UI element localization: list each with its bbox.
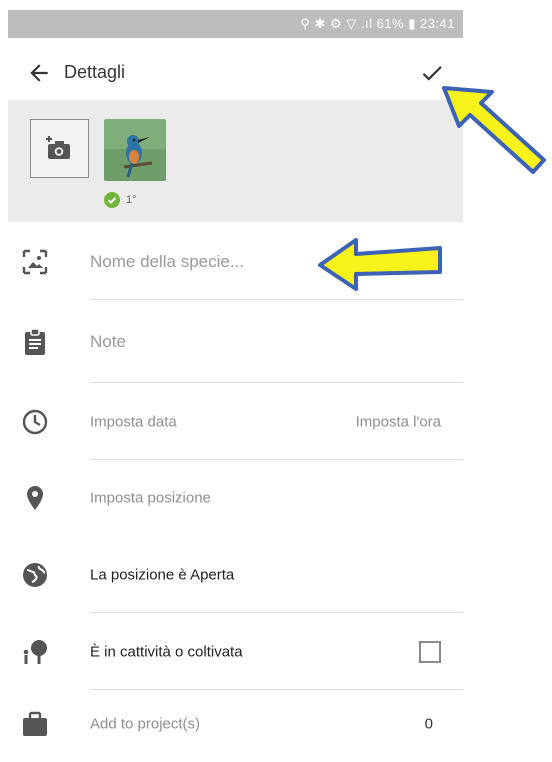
captive-row[interactable]: È in cattività o coltivata	[8, 613, 463, 690]
observation-photo-thumbnail[interactable]	[104, 119, 166, 181]
date-time-row: Imposta data Imposta l'ora	[8, 383, 463, 460]
add-camera-icon	[46, 136, 70, 159]
photo-order-label: 1°	[126, 194, 137, 206]
set-location-label: Imposta posizione	[90, 489, 211, 507]
annotation-arrow-check	[442, 86, 546, 174]
notes-input[interactable]: Note	[90, 332, 126, 352]
location-pin-icon	[27, 486, 43, 510]
projects-row[interactable]: Add to project(s) 0	[8, 690, 463, 758]
species-name-input[interactable]: Nome della specie...	[90, 252, 244, 272]
image-frame-icon	[22, 249, 48, 275]
check-circle-icon	[104, 192, 120, 208]
location-visibility-row[interactable]: La posizione è Aperta	[8, 536, 463, 613]
back-arrow-icon[interactable]	[26, 60, 52, 86]
location-row[interactable]: Imposta posizione	[8, 460, 463, 536]
tree-person-icon	[23, 639, 47, 664]
captive-label: È in cattività o coltivata	[90, 643, 243, 660]
clock-icon	[22, 409, 48, 434]
page-title: Dettagli	[64, 62, 126, 82]
add-to-project-label: Add to project(s)	[90, 715, 201, 733]
project-count: 0	[424, 715, 433, 733]
status-bar: ⚲ ✱ ⚙ ▽ .ıl 61% ▮ 23:41	[8, 10, 463, 38]
set-time-button[interactable]: Imposta l'ora	[356, 413, 441, 430]
app-bar: Dettagli	[8, 52, 463, 98]
location-visibility-label: La posizione è Aperta	[90, 566, 235, 583]
clipboard-icon	[25, 327, 45, 355]
set-date-button[interactable]: Imposta data	[90, 413, 177, 430]
notes-row[interactable]: Note	[8, 300, 463, 383]
briefcase-icon	[23, 711, 47, 736]
kingfisher-photo	[104, 119, 166, 181]
captive-checkbox[interactable]	[419, 640, 441, 663]
photo-section: 1°	[8, 100, 463, 222]
status-bar-text: ⚲ ✱ ⚙ ▽ .ıl 61% ▮ 23:41	[300, 16, 455, 31]
add-photo-button[interactable]	[30, 119, 89, 178]
annotation-arrow-species	[318, 238, 442, 291]
globe-icon	[23, 562, 47, 587]
primary-photo-badge: 1°	[104, 192, 137, 208]
